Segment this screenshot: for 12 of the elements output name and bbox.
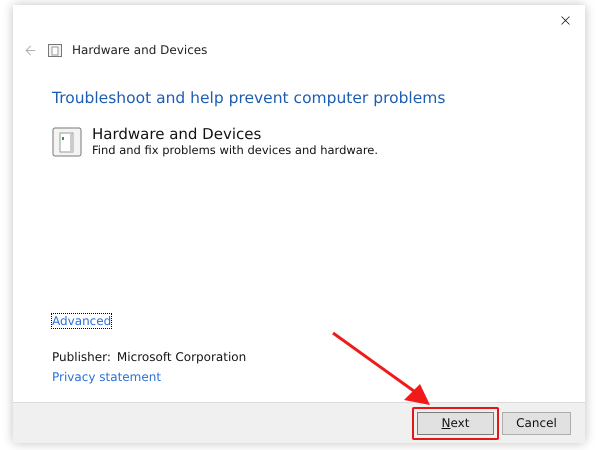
publisher-label: Publisher: [52, 350, 111, 364]
troubleshooter-title[interactable]: Hardware and Devices [92, 125, 378, 143]
hardware-icon [48, 44, 62, 56]
page-heading: Troubleshoot and help prevent computer problems [52, 89, 446, 107]
publisher-name: Microsoft Corporation [116, 350, 246, 364]
advanced-link[interactable]: Advanced [52, 314, 112, 328]
troubleshooter-description: Find and fix problems with devices and hardware. [92, 143, 378, 157]
window-title: Hardware and Devices [72, 43, 208, 57]
cancel-button[interactable]: Cancel [502, 412, 571, 434]
hardware-icon [52, 127, 82, 157]
next-button[interactable]: Next [417, 412, 494, 434]
privacy-link[interactable]: Privacy statement [52, 370, 162, 384]
